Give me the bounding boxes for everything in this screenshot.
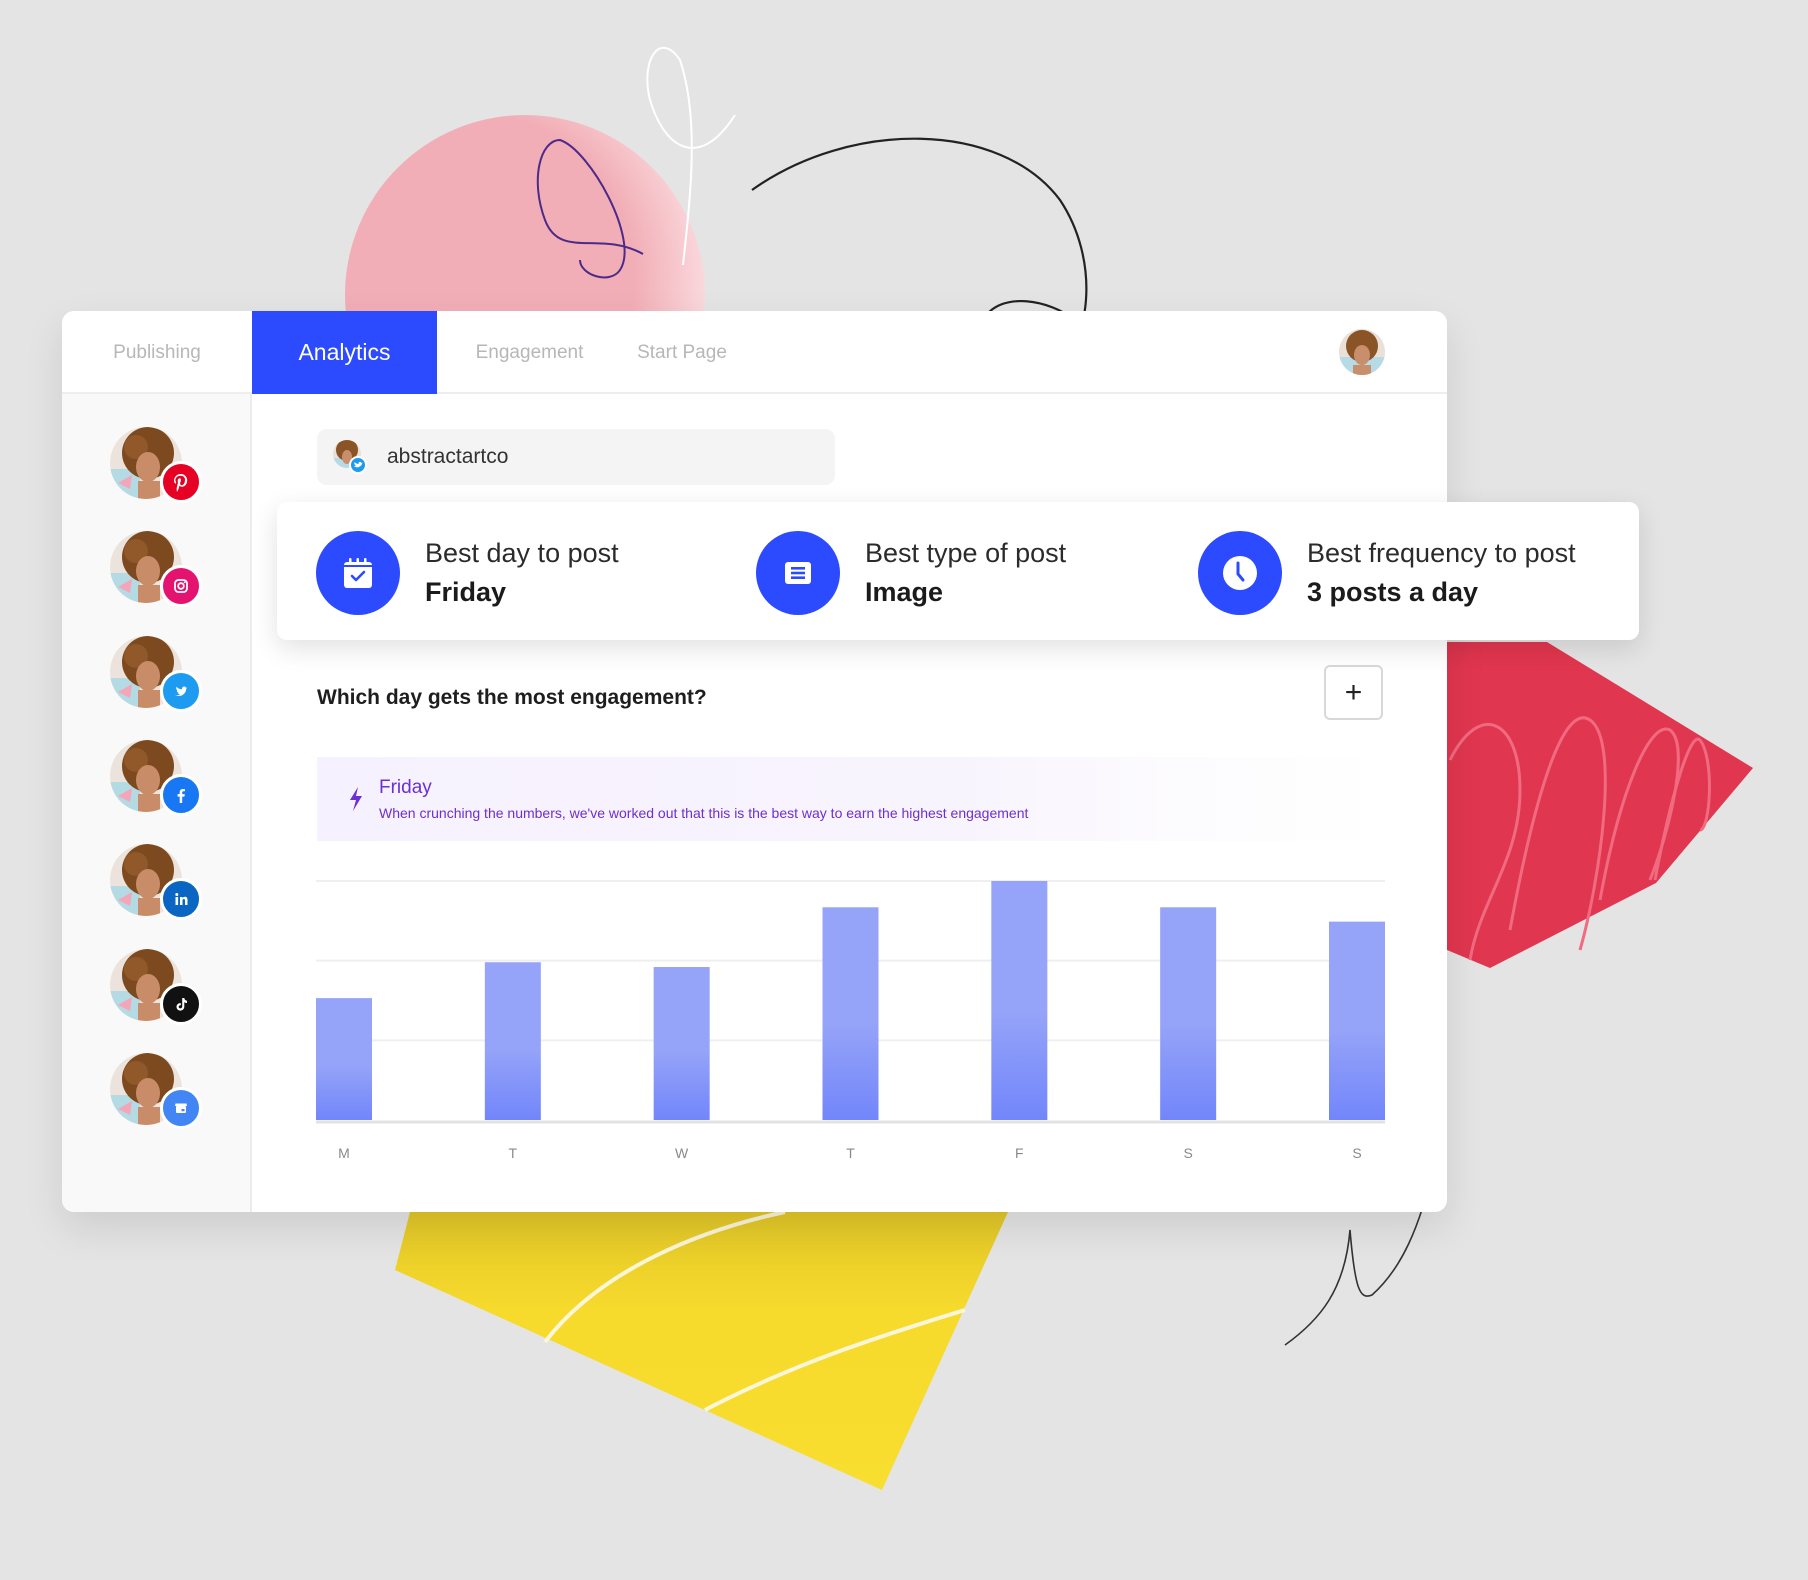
user-avatar[interactable] [1339, 329, 1385, 375]
sidebar-item-instagram[interactable] [110, 531, 206, 611]
instagram-icon [160, 565, 202, 608]
best-frequency-value: 3 posts a day [1307, 577, 1479, 607]
x-tick-label: T [509, 1145, 518, 1161]
sidebar-item-tiktok[interactable] [110, 948, 206, 1029]
best-type-value: Image [865, 577, 944, 607]
account-selector[interactable]: abstractartco [317, 429, 835, 485]
best-frequency-label: Best frequency to post [1307, 538, 1576, 568]
best-time-info-card: Best day to post Friday Best type of pos… [277, 502, 1639, 640]
bar-1[interactable] [484, 962, 541, 1120]
bar-6[interactable] [1329, 921, 1385, 1120]
sidebar-item-facebook[interactable] [110, 739, 206, 820]
twitter-icon [160, 669, 202, 712]
document-icon [756, 531, 840, 615]
linkedin-icon [160, 878, 202, 921]
x-tick-label: S [1183, 1145, 1192, 1161]
facebook-icon [160, 773, 202, 816]
bar-0[interactable] [316, 998, 372, 1120]
x-tick-label: F [1015, 1145, 1024, 1161]
yellow-stripes-decoration [543, 1210, 966, 1412]
best-day-label: Best day to post [425, 538, 619, 568]
pinterest-icon [160, 461, 202, 503]
insight-banner: Friday When crunching the numbers, we've… [317, 757, 1383, 841]
best-day-value: Friday [425, 577, 507, 607]
sidebar-item-pinterest[interactable] [110, 427, 206, 507]
lightning-icon [341, 787, 371, 811]
profiles-sidebar [62, 394, 252, 1212]
insight-body: When crunching the numbers, we've worked… [379, 805, 1029, 821]
tab-start-page[interactable]: Start Page [622, 311, 742, 394]
insight-title: Friday [379, 777, 432, 798]
white-loop-decoration [646, 46, 736, 266]
tab-engagement[interactable]: Engagement [462, 311, 597, 394]
bar-4[interactable] [991, 881, 1048, 1120]
bar-2[interactable] [653, 967, 710, 1120]
twitter-icon [349, 456, 367, 474]
google-business-icon [160, 1086, 202, 1129]
sidebar-item-twitter[interactable] [110, 635, 206, 716]
tab-publishing[interactable]: Publishing [62, 311, 252, 394]
sidebar-item-google-business[interactable] [110, 1052, 206, 1133]
clock-icon [1198, 531, 1282, 615]
best-day-item: Best day to post Friday [316, 531, 619, 615]
account-name: abstractartco [387, 445, 509, 468]
yellow-shape-decoration [395, 1212, 1008, 1490]
user-avatar-icon [1339, 329, 1385, 375]
top-nav: Publishing Analytics Engagement Start Pa… [62, 311, 1447, 394]
best-type-item: Best type of post Image [756, 531, 1066, 615]
bar-3[interactable] [822, 907, 879, 1120]
add-button[interactable]: + [1324, 665, 1383, 720]
best-frequency-item: Best frequency to post 3 posts a day [1198, 531, 1576, 615]
purple-scribble-decoration [536, 138, 644, 279]
section-title: Which day gets the most engagement? [317, 686, 707, 709]
x-tick-label: M [338, 1145, 350, 1161]
app-window: Publishing Analytics Engagement Start Pa… [62, 311, 1447, 1212]
account-avatar [333, 440, 367, 474]
red-shape-decoration [1447, 642, 1753, 968]
x-tick-label: T [846, 1145, 855, 1161]
tab-analytics[interactable]: Analytics [252, 311, 437, 394]
bar-5[interactable] [1160, 907, 1217, 1120]
x-tick-label: W [675, 1145, 689, 1161]
calendar-check-icon [316, 531, 400, 615]
best-type-label: Best type of post [865, 538, 1067, 568]
red-loops-decoration [1448, 716, 1711, 961]
tiktok-icon [160, 982, 202, 1025]
sidebar-item-linkedin[interactable] [110, 844, 206, 924]
x-tick-label: S [1352, 1145, 1361, 1161]
